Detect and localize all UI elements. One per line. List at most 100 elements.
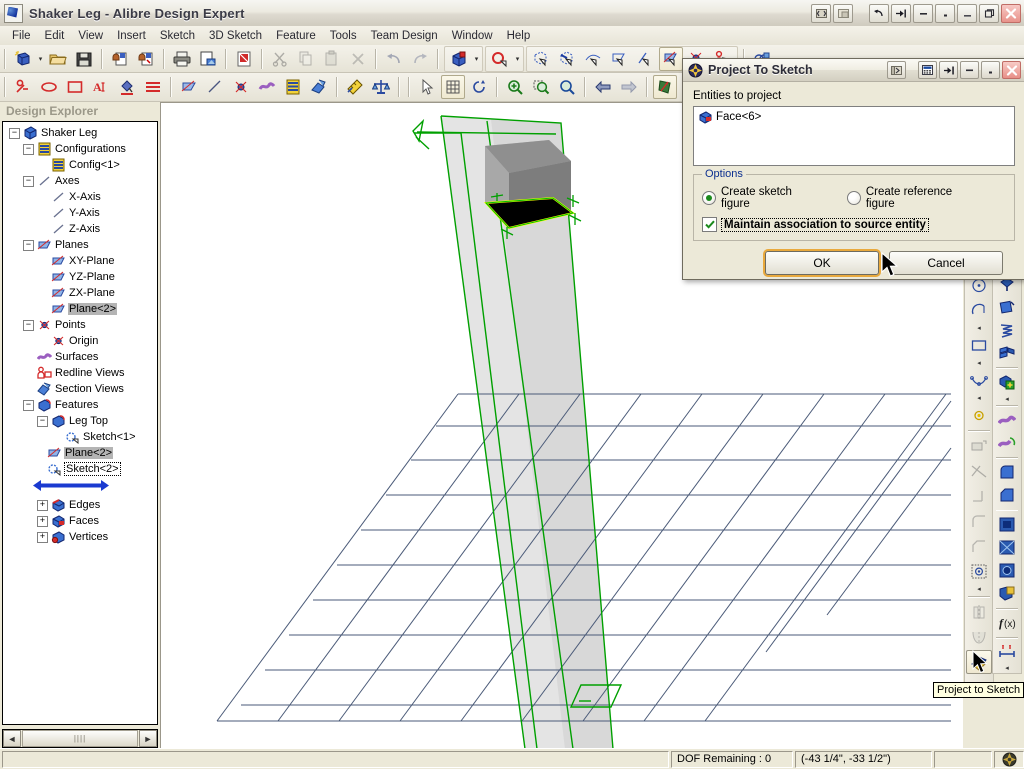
tree-node-y-axis[interactable]: Y-Axis	[5, 205, 157, 221]
flip-normal-icon[interactable]	[653, 75, 677, 99]
close-button[interactable]	[1001, 3, 1021, 23]
next-view-icon[interactable]	[617, 75, 641, 99]
maximize-button[interactable]	[979, 3, 999, 23]
print-icon[interactable]	[170, 47, 194, 71]
maintain-association-checkbox[interactable]	[702, 217, 717, 232]
chamfer-icon[interactable]	[994, 484, 1020, 506]
dimension-caret-icon[interactable]: ◂	[1005, 664, 1009, 673]
fillet-corner-icon[interactable]	[966, 509, 992, 533]
print-preview-icon[interactable]	[196, 47, 220, 71]
tree-node-zx-plane[interactable]: ZX-Plane	[5, 285, 157, 301]
add-material-caret-icon[interactable]: ◂	[1005, 394, 1009, 403]
dialog-restore-button[interactable]	[981, 61, 1000, 79]
fillet-icon[interactable]	[994, 461, 1020, 483]
calculator-button[interactable]	[918, 61, 937, 79]
expander-collapse-icon[interactable]: −	[23, 319, 34, 331]
physical-properties-icon[interactable]	[369, 75, 393, 99]
minimize-button[interactable]	[957, 3, 977, 23]
menu-window[interactable]: Window	[445, 28, 500, 44]
tree-node-xy-plane[interactable]: XY-Plane	[5, 253, 157, 269]
tree-node-origin[interactable]: Origin	[5, 333, 157, 349]
expander-collapse-icon[interactable]: −	[9, 127, 20, 139]
section-view-icon[interactable]	[307, 75, 331, 99]
tree-node-section-views[interactable]: Section Views	[5, 381, 157, 397]
cut-scissors-icon[interactable]	[268, 47, 292, 71]
pick-edge-icon[interactable]	[555, 47, 579, 71]
tree-node-configurations[interactable]: − Configurations	[5, 141, 157, 157]
menu-file[interactable]: File	[5, 28, 38, 44]
open-folder-icon[interactable]	[46, 47, 70, 71]
fill-color-icon[interactable]	[115, 75, 139, 99]
menu-sketch[interactable]: Sketch	[153, 28, 202, 44]
reference-point-icon[interactable]	[966, 403, 992, 427]
zoom-in-icon[interactable]	[503, 75, 527, 99]
text-tool-icon[interactable]: A	[89, 75, 113, 99]
previous-view-icon[interactable]	[591, 75, 615, 99]
restore-window-button[interactable]	[833, 3, 853, 23]
rectangle-caret-icon[interactable]: ◂	[977, 358, 981, 368]
create-sketch-figure-radio[interactable]	[702, 191, 716, 205]
paste-icon[interactable]	[320, 47, 344, 71]
zoom-fit-icon[interactable]	[555, 75, 579, 99]
loft-boss-icon[interactable]	[994, 342, 1020, 364]
menu-insert[interactable]: Insert	[110, 28, 153, 44]
restore-split-button[interactable]	[811, 3, 831, 23]
menu-tools[interactable]: Tools	[323, 28, 364, 44]
collapse-panel-button[interactable]	[887, 61, 906, 79]
pointer-select-icon[interactable]	[415, 75, 439, 99]
expander-expand-icon[interactable]: +	[37, 531, 48, 543]
create-reference-figure-radio[interactable]	[846, 191, 861, 205]
zoom-window-icon[interactable]	[529, 75, 553, 99]
tree-node-plane-2[interactable]: Plane<2>	[5, 301, 157, 317]
expander-expand-icon[interactable]: +	[37, 515, 48, 527]
menu-3d-sketch[interactable]: 3D Sketch	[202, 28, 269, 44]
project-caret-icon[interactable]: ◂	[977, 584, 981, 594]
undo-icon[interactable]	[382, 47, 406, 71]
redo-icon[interactable]	[408, 47, 432, 71]
pick-plane-icon[interactable]	[607, 47, 631, 71]
undo-arrow-button[interactable]	[869, 3, 889, 23]
menu-view[interactable]: View	[71, 28, 110, 44]
menu-team-design[interactable]: Team Design	[364, 28, 445, 44]
rotate-view-icon[interactable]	[467, 75, 491, 99]
scroll-right-arrow[interactable]: ►	[139, 730, 157, 747]
mirror-icon[interactable]	[966, 600, 992, 624]
sketch-line-tool-icon[interactable]	[11, 75, 35, 99]
project-point-icon[interactable]	[966, 559, 992, 583]
tree-node-plane-2-feature[interactable]: Plane<2>	[5, 445, 157, 461]
pdf-export-icon[interactable]	[232, 47, 256, 71]
tree-node-yz-plane[interactable]: YZ-Plane	[5, 269, 157, 285]
rectangle-icon[interactable]	[966, 333, 992, 357]
dialog-close-button[interactable]	[1002, 61, 1021, 79]
sketch-mode-icon[interactable]	[488, 47, 512, 71]
tree-node-x-axis[interactable]: X-Axis	[5, 189, 157, 205]
tree-node-sketch-1[interactable]: Sketch<1>	[5, 429, 157, 445]
offset-icon[interactable]	[966, 434, 992, 458]
delete-x-icon[interactable]	[346, 47, 370, 71]
design-explorer-panel[interactable]: − Shaker Leg − Configurations Config<1> …	[2, 121, 158, 725]
point-icon[interactable]	[229, 75, 253, 99]
project-to-sketch-icon[interactable]	[966, 650, 992, 674]
pick-axis-icon[interactable]	[633, 47, 657, 71]
explorer-horizontal-scrollbar[interactable]: ◄ |||| ►	[2, 729, 158, 748]
tree-node-vertices[interactable]: + Vertices	[5, 529, 157, 545]
revolve-boss-icon[interactable]	[994, 296, 1020, 318]
checkin-icon[interactable]	[134, 47, 158, 71]
sketch-dropdown-caret[interactable]: ▾	[513, 48, 522, 70]
expander-collapse-icon[interactable]: −	[23, 239, 34, 251]
dialog-minimize-button[interactable]	[960, 61, 979, 79]
redo-pin-button[interactable]	[891, 3, 911, 23]
configurations-icon[interactable]	[281, 75, 305, 99]
tree-node-points[interactable]: − Points	[5, 317, 157, 333]
surface-loft-icon[interactable]	[994, 409, 1020, 431]
tree-node-z-axis[interactable]: Z-Axis	[5, 221, 157, 237]
entities-list[interactable]: Face<6>	[693, 106, 1015, 166]
surface-icon[interactable]	[255, 75, 279, 99]
tree-node-redline-views[interactable]: Redline Views	[5, 365, 157, 381]
new-dropdown-caret[interactable]: ▾	[36, 48, 45, 70]
tree-node-sketch-2[interactable]: Sketch<2>	[5, 461, 157, 477]
thread-icon[interactable]	[994, 583, 1020, 605]
pick-face-icon[interactable]	[529, 47, 553, 71]
new-part-icon[interactable]	[11, 47, 35, 71]
hole-icon[interactable]	[994, 560, 1020, 582]
